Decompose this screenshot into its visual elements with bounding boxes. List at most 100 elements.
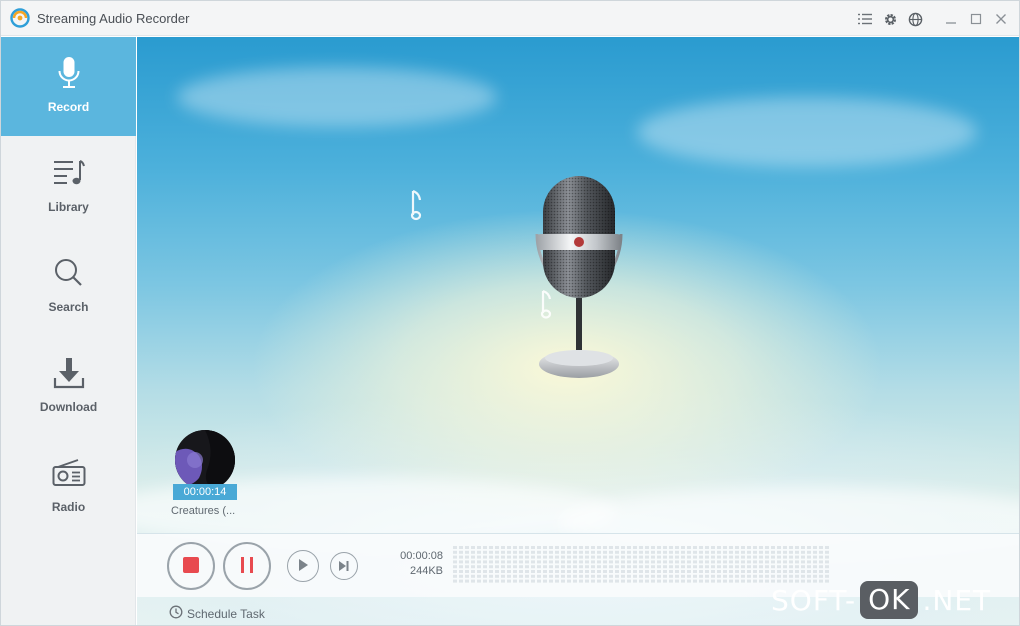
- level-meter-cell: [717, 565, 721, 569]
- level-meter-cell: [483, 560, 487, 564]
- level-meter-cell: [471, 574, 475, 578]
- level-meter-cell: [609, 560, 613, 564]
- level-meter-cell: [807, 550, 811, 554]
- level-meter-cell: [765, 560, 769, 564]
- level-meter-cell: [453, 579, 457, 583]
- sidebar-item-library[interactable]: Library: [1, 137, 136, 236]
- pause-button[interactable]: [223, 542, 271, 590]
- album-cover[interactable]: [175, 430, 235, 490]
- level-meter-cell: [561, 570, 565, 573]
- level-meter-cell: [477, 555, 481, 559]
- level-meter-cell: [711, 550, 715, 554]
- level-meter-cell: [543, 579, 547, 583]
- level-meter-cell: [825, 574, 829, 578]
- level-meter-cell: [711, 565, 715, 569]
- sidebar-item-search[interactable]: Search: [1, 237, 136, 336]
- level-meter-cell: [537, 560, 541, 564]
- sidebar-item-label: Library: [48, 200, 89, 214]
- level-meter-cell: [825, 546, 829, 549]
- level-meter-cell: [561, 560, 565, 564]
- level-meter-cell: [825, 570, 829, 573]
- level-meter-cell: [501, 565, 505, 569]
- level-meter-cell: [711, 570, 715, 573]
- level-meter-cell: [819, 546, 823, 549]
- level-meter-cell: [753, 555, 757, 559]
- level-meter-cell: [735, 550, 739, 554]
- maximize-icon[interactable]: [967, 10, 985, 28]
- level-meter-cell: [729, 574, 733, 578]
- sidebar-item-record[interactable]: Record: [1, 37, 136, 136]
- level-meter-cell: [735, 579, 739, 583]
- play-button[interactable]: [287, 550, 319, 582]
- minimize-icon[interactable]: [942, 10, 960, 28]
- globe-icon[interactable]: [906, 10, 924, 28]
- schedule-task-link[interactable]: Schedule Task: [169, 605, 265, 622]
- level-meter-cell: [663, 546, 667, 549]
- level-meter-cell: [651, 574, 655, 578]
- level-meter-cell: [489, 579, 493, 583]
- level-meter-cell: [627, 570, 631, 573]
- level-meter-cell: [813, 550, 817, 554]
- level-meter-cell: [765, 579, 769, 583]
- level-meter-cell: [627, 574, 631, 578]
- level-meter-cell: [621, 550, 625, 554]
- menu-list-icon[interactable]: [856, 10, 874, 28]
- level-meter-cell: [459, 555, 463, 559]
- level-meter-cell: [477, 550, 481, 554]
- level-meter-cell: [621, 560, 625, 564]
- level-meter-cell: [465, 574, 469, 578]
- level-meter-cell: [465, 560, 469, 564]
- close-icon[interactable]: [992, 10, 1010, 28]
- level-meter-cell: [801, 546, 805, 549]
- level-meter-cell: [741, 570, 745, 573]
- level-meter-cell: [735, 570, 739, 573]
- level-meter-cell: [591, 565, 595, 569]
- level-meter-cell: [537, 550, 541, 554]
- level-meter-cell: [453, 560, 457, 564]
- level-meter-cell: [573, 579, 577, 583]
- level-meter-cell: [687, 570, 691, 573]
- level-meter-cell: [525, 555, 529, 559]
- level-meter-cell: [747, 579, 751, 583]
- audio-level-visualizer: [453, 546, 829, 583]
- level-meter-cell: [513, 570, 517, 573]
- level-meter-cell: [591, 550, 595, 554]
- settings-gear-icon[interactable]: [881, 10, 899, 28]
- sidebar-item-radio[interactable]: Radio: [1, 437, 136, 536]
- level-meter-cell: [795, 574, 799, 578]
- level-meter-cell: [681, 570, 685, 573]
- level-meter-cell: [531, 550, 535, 554]
- level-meter-cell: [459, 546, 463, 549]
- level-meter-cell: [555, 565, 559, 569]
- level-meter-cell: [633, 555, 637, 559]
- level-meter-cell: [771, 570, 775, 573]
- level-meter-cell: [651, 570, 655, 573]
- level-meter-cell: [633, 560, 637, 564]
- sidebar-item-download[interactable]: Download: [1, 337, 136, 436]
- level-meter-cell: [681, 579, 685, 583]
- level-meter-cell: [471, 550, 475, 554]
- level-meter-cell: [549, 565, 553, 569]
- level-meter-cell: [453, 574, 457, 578]
- stop-button[interactable]: [167, 542, 215, 590]
- level-meter-cell: [513, 550, 517, 554]
- studio-microphone-icon: [529, 174, 629, 386]
- level-meter-cell: [591, 555, 595, 559]
- level-meter-cell: [495, 579, 499, 583]
- level-meter-cell: [783, 565, 787, 569]
- level-meter-cell: [639, 546, 643, 549]
- level-meter-cell: [687, 560, 691, 564]
- song-elapsed-badge: 00:00:14: [173, 484, 237, 500]
- level-meter-cell: [525, 550, 529, 554]
- level-meter-cell: [699, 574, 703, 578]
- level-meter-cell: [777, 574, 781, 578]
- level-meter-cell: [729, 550, 733, 554]
- level-meter-cell: [711, 560, 715, 564]
- level-meter-cell: [549, 570, 553, 573]
- level-meter-cell: [489, 570, 493, 573]
- skip-next-button[interactable]: [330, 552, 358, 580]
- level-meter-cell: [795, 546, 799, 549]
- level-meter-cell: [573, 570, 577, 573]
- level-meter-cell: [507, 565, 511, 569]
- level-meter-cell: [639, 560, 643, 564]
